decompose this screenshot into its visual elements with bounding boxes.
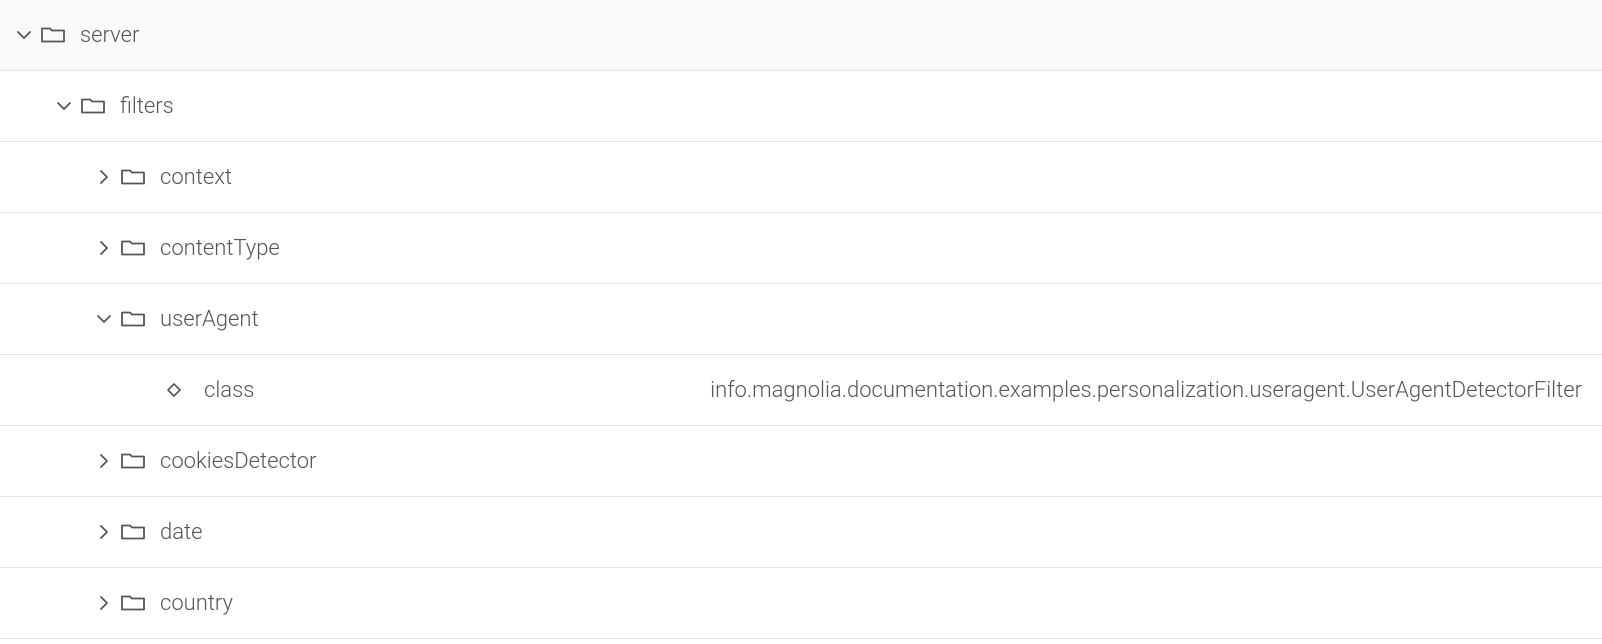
config-tree: server filters context contentType (0, 0, 1602, 639)
tree-node-country[interactable]: country (0, 568, 1602, 639)
chevron-down-icon[interactable] (94, 309, 114, 329)
folder-icon (120, 166, 146, 188)
tree-node-filters[interactable]: filters (0, 71, 1602, 142)
chevron-right-icon[interactable] (94, 167, 114, 187)
tree-node-date[interactable]: date (0, 497, 1602, 568)
tree-node-label: country (160, 591, 233, 616)
tree-property-class[interactable]: class info.magnolia.documentation.exampl… (0, 355, 1602, 426)
tree-node-cookiesDetector[interactable]: cookiesDetector (0, 426, 1602, 497)
tree-node-userAgent[interactable]: userAgent (0, 284, 1602, 355)
tree-node-label: contentType (160, 236, 280, 261)
tree-node-server[interactable]: server (0, 0, 1602, 71)
folder-icon (40, 24, 66, 46)
tree-node-label: cookiesDetector (160, 449, 316, 474)
tree-property-value: info.magnolia.documentation.examples.per… (670, 378, 1582, 403)
tree-node-label: date (160, 520, 202, 545)
chevron-right-icon[interactable] (94, 238, 114, 258)
tree-node-label: context (160, 165, 232, 190)
diamond-icon (162, 378, 186, 402)
folder-icon (120, 521, 146, 543)
tree-node-contentType[interactable]: contentType (0, 213, 1602, 284)
chevron-right-icon[interactable] (94, 593, 114, 613)
folder-icon (120, 237, 146, 259)
chevron-down-icon[interactable] (14, 25, 34, 45)
folder-icon (120, 450, 146, 472)
folder-icon (120, 592, 146, 614)
chevron-down-icon[interactable] (54, 96, 74, 116)
chevron-right-icon[interactable] (94, 451, 114, 471)
tree-node-label: filters (120, 94, 174, 119)
tree-node-label: userAgent (160, 307, 259, 332)
folder-icon (80, 95, 106, 117)
folder-icon (120, 308, 146, 330)
tree-property-label: class (204, 378, 254, 403)
tree-node-context[interactable]: context (0, 142, 1602, 213)
chevron-right-icon[interactable] (94, 522, 114, 542)
tree-node-label: server (80, 23, 139, 48)
